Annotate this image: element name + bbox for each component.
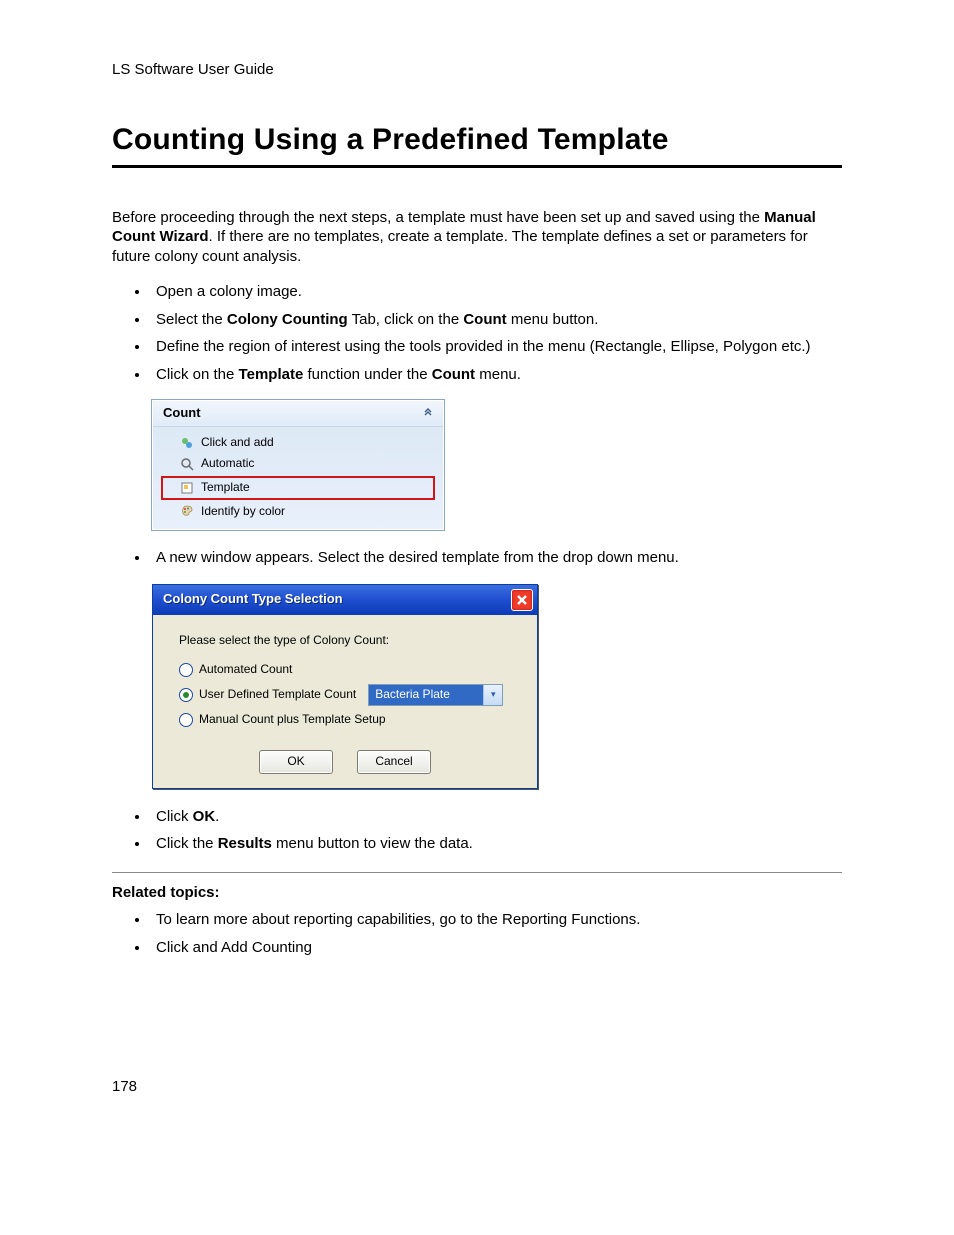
count-item-label: Automatic	[201, 456, 254, 472]
list-item: Define the region of interest using the …	[150, 337, 842, 357]
radio-label: User Defined Template Count	[199, 687, 356, 703]
dialog-button-row: OK Cancel	[179, 750, 511, 774]
count-panel-header[interactable]: Count	[153, 401, 443, 427]
text: Click on the	[156, 366, 239, 383]
dialog-title: Colony Count Type Selection	[163, 591, 343, 608]
colony-count-dialog: Colony Count Type Selection Please selec…	[152, 584, 538, 789]
intro-pre: Before proceeding through the next steps…	[112, 209, 764, 226]
count-item-label: Template	[201, 480, 250, 496]
list-item: Select the Colony Counting Tab, click on…	[150, 310, 842, 330]
text: menu button.	[507, 311, 599, 328]
radio-icon	[179, 713, 193, 727]
steps-list-1: Open a colony image. Select the Colony C…	[150, 282, 842, 384]
radio-user-template[interactable]: User Defined Template Count Bacteria Pla…	[179, 684, 511, 706]
dialog-titlebar[interactable]: Colony Count Type Selection	[153, 585, 537, 615]
dialog-figure: Colony Count Type Selection Please selec…	[152, 584, 842, 789]
count-item-label: Click and add	[201, 435, 274, 451]
text: Click the	[156, 835, 218, 852]
text: menu button to view the data.	[272, 835, 473, 852]
ok-button[interactable]: OK	[259, 750, 333, 774]
text: .	[215, 808, 219, 825]
magnifier-icon	[179, 457, 195, 471]
radio-automated[interactable]: Automated Count	[179, 662, 511, 678]
radio-icon	[179, 688, 193, 702]
intro-paragraph: Before proceeding through the next steps…	[112, 208, 842, 267]
radio-icon	[179, 663, 193, 677]
page-title: Counting Using a Predefined Template	[112, 120, 842, 159]
text: menu.	[475, 366, 521, 383]
list-item: Click and Add Counting	[150, 938, 842, 958]
click-add-icon	[179, 436, 195, 450]
count-panel-body: Click and add Automatic Template Identif…	[153, 427, 443, 529]
text-bold: Colony Counting	[227, 311, 348, 328]
cancel-button[interactable]: Cancel	[357, 750, 431, 774]
count-item-click-add[interactable]: Click and add	[161, 433, 435, 453]
intro-post: . If there are no templates, create a te…	[112, 228, 808, 265]
related-topics-heading: Related topics:	[112, 883, 842, 903]
list-item: Click on the Template function under the…	[150, 365, 842, 385]
text-bold: Template	[239, 366, 304, 383]
count-item-label: Identify by color	[201, 504, 285, 520]
section-rule	[112, 872, 842, 873]
text: Select the	[156, 311, 227, 328]
count-item-identify[interactable]: Identify by color	[161, 502, 435, 522]
page-number: 178	[112, 1077, 842, 1097]
text: function under the	[303, 366, 431, 383]
count-panel: Count Click and add Automatic Template I…	[152, 400, 444, 530]
count-item-template[interactable]: Template	[161, 476, 435, 500]
radio-label: Automated Count	[199, 662, 292, 678]
dialog-prompt: Please select the type of Colony Count:	[179, 633, 511, 649]
count-panel-title: Count	[163, 405, 201, 422]
chevron-up-icon	[423, 406, 433, 420]
text-bold: Count	[432, 366, 475, 383]
text: Click	[156, 808, 193, 825]
chevron-down-icon: ▾	[483, 685, 502, 705]
palette-icon	[179, 504, 195, 518]
related-topics-list: To learn more about reporting capabiliti…	[150, 910, 842, 957]
text-bold: Results	[218, 835, 272, 852]
text-bold: Count	[463, 311, 506, 328]
radio-label: Manual Count plus Template Setup	[199, 712, 386, 728]
radio-manual-setup[interactable]: Manual Count plus Template Setup	[179, 712, 511, 728]
list-item: To learn more about reporting capabiliti…	[150, 910, 842, 930]
text-bold: OK	[193, 808, 216, 825]
title-rule	[112, 165, 842, 168]
count-panel-figure: Count Click and add Automatic Template I…	[152, 400, 842, 530]
template-combobox[interactable]: Bacteria Plate ▾	[368, 684, 503, 706]
list-item: Click the Results menu button to view th…	[150, 834, 842, 854]
doc-header: LS Software User Guide	[112, 60, 842, 80]
steps-list-2: A new window appears. Select the desired…	[150, 548, 842, 568]
template-icon	[179, 481, 195, 495]
text: Tab, click on the	[348, 311, 464, 328]
close-icon	[517, 595, 527, 605]
combo-selected: Bacteria Plate	[369, 685, 483, 705]
list-item: A new window appears. Select the desired…	[150, 548, 842, 568]
count-item-automatic[interactable]: Automatic	[161, 454, 435, 474]
dialog-body: Please select the type of Colony Count: …	[153, 615, 537, 788]
close-button[interactable]	[511, 589, 533, 611]
steps-list-3: Click OK. Click the Results menu button …	[150, 807, 842, 854]
list-item: Open a colony image.	[150, 282, 842, 302]
list-item: Click OK.	[150, 807, 842, 827]
